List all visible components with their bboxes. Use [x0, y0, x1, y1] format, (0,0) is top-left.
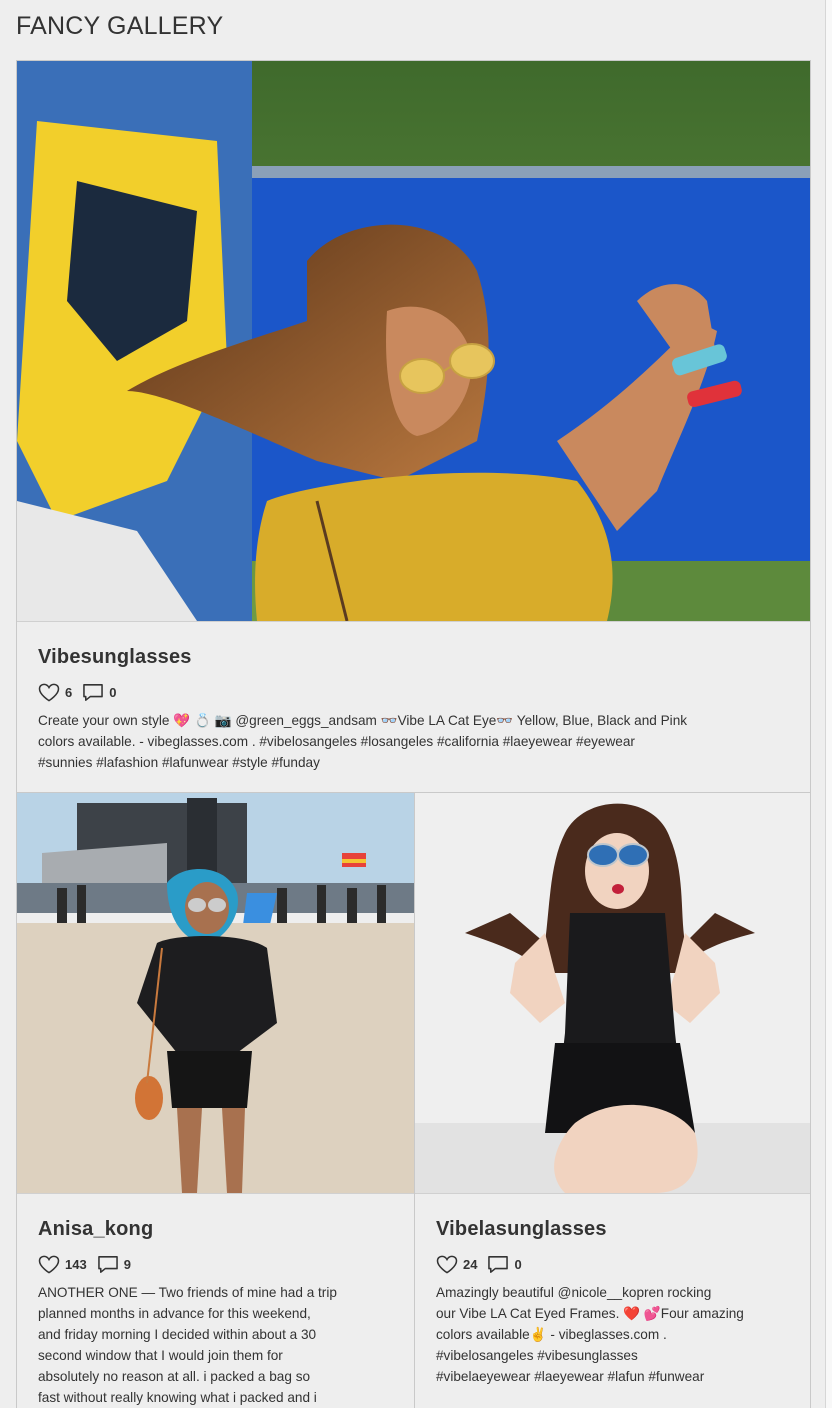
post-photo-image: [17, 61, 810, 621]
post-caption: Amazingly beautiful @nicole__kopren rock…: [436, 1285, 744, 1384]
like-count[interactable]: 24: [436, 1255, 477, 1274]
heart-icon: [38, 683, 60, 702]
comment-count[interactable]: 0: [487, 1255, 522, 1274]
post-caption: ANOTHER ONE — Two friends of mine had a …: [38, 1285, 337, 1405]
comment-icon: [488, 1256, 509, 1273]
comment-count-value: 9: [123, 1257, 131, 1272]
comment-icon: [83, 684, 104, 701]
post-info: Anisa_kong 143 9 ANOTHER ONE — Two frien…: [17, 1218, 414, 1408]
post-photo-image: [415, 793, 810, 1193]
post-stats: 143 9: [38, 1255, 393, 1274]
comment-count-value: 0: [514, 1257, 522, 1272]
post-info: Vibelasunglasses 24 0 Amazingly beautifu…: [415, 1218, 810, 1387]
scrollbar[interactable]: [825, 0, 832, 1408]
gallery-page: FANCY GALLERY Vibesunglasses 6 0 Create …: [0, 0, 832, 1408]
heart-icon: [436, 1255, 458, 1274]
like-count[interactable]: 143: [38, 1255, 87, 1274]
post-stats: 24 0: [436, 1255, 789, 1274]
comment-count-value: 0: [109, 685, 117, 700]
post-caption: Create your own style 💖 💍 📷 @green_eggs_…: [38, 713, 688, 770]
post-username[interactable]: Vibesunglasses: [38, 646, 789, 669]
comment-icon: [97, 1256, 118, 1273]
like-count-value: 6: [65, 685, 73, 700]
post-username[interactable]: Vibelasunglasses: [436, 1218, 789, 1241]
like-count[interactable]: 6: [38, 683, 72, 702]
post-photo-image: [17, 793, 414, 1193]
post-photo[interactable]: [17, 61, 810, 622]
comment-count[interactable]: 0: [82, 683, 116, 702]
post-stats: 6 0: [38, 683, 789, 702]
gallery-card[interactable]: Anisa_kong 143 9 ANOTHER ONE — Two frien…: [16, 792, 415, 1408]
gallery-card[interactable]: Vibesunglasses 6 0 Create your own style…: [16, 60, 811, 793]
comment-count[interactable]: 9: [97, 1255, 131, 1274]
like-count-value: 143: [65, 1257, 87, 1272]
post-username[interactable]: Anisa_kong: [38, 1218, 393, 1241]
like-count-value: 24: [463, 1257, 478, 1272]
page-title: FANCY GALLERY: [16, 12, 224, 40]
gallery-card[interactable]: Vibelasunglasses 24 0 Amazingly beautifu…: [414, 792, 811, 1408]
post-photo[interactable]: [415, 793, 810, 1194]
post-photo[interactable]: [17, 793, 414, 1194]
post-info: Vibesunglasses 6 0 Create your own style…: [17, 646, 810, 773]
heart-icon: [38, 1255, 60, 1274]
